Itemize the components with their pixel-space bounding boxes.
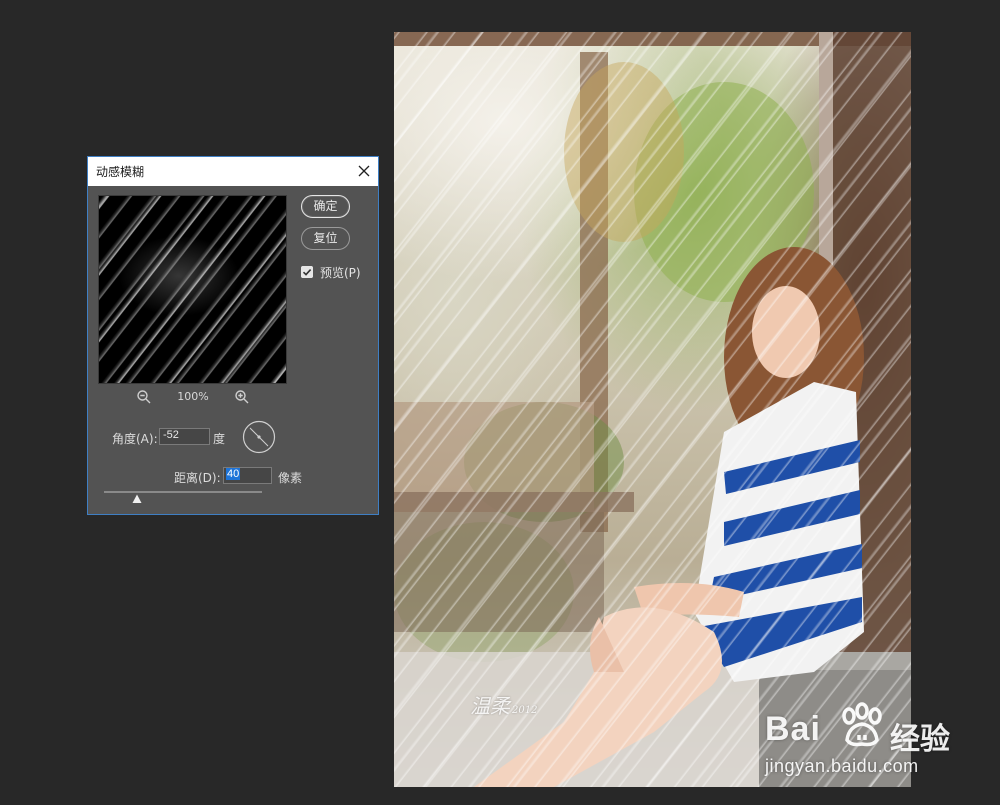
baidu-logo-jingyan: 经验: [890, 723, 950, 756]
baidu-watermark: Bai 经验 jingyan.baidu.com: [765, 700, 990, 785]
photo-canvas: [394, 32, 911, 787]
photo-scene: [394, 32, 911, 787]
reset-button[interactable]: 复位: [301, 227, 350, 250]
signature-year: 2012: [512, 705, 538, 716]
zoom-in-icon[interactable]: [234, 389, 250, 405]
preview-label[interactable]: 预览(P): [320, 264, 361, 281]
slider-triangle-icon[interactable]: [132, 494, 142, 504]
photo-signature: 温柔 2012: [470, 690, 537, 719]
distance-value: 40: [226, 468, 241, 480]
preview-streaks: [99, 196, 286, 383]
baidu-logo-word: Bai: [765, 710, 821, 748]
zoom-level: 100%: [177, 390, 209, 403]
preview-checkbox[interactable]: [301, 266, 313, 278]
zoom-out-icon[interactable]: [136, 389, 152, 405]
baidu-url: jingyan.baidu.com: [765, 756, 919, 776]
distance-input[interactable]: 40: [223, 467, 272, 484]
baidu-paw-icon: [842, 702, 882, 747]
signature-text: 温柔: [470, 694, 510, 718]
ok-button[interactable]: 确定: [301, 195, 350, 218]
angle-input[interactable]: -52: [159, 428, 210, 445]
angle-dial-icon[interactable]: [242, 420, 276, 454]
motion-blur-dialog: 动感模糊 100% 确定 复位 预览(P) 角度(A): -52 度 距离(D)…: [87, 156, 379, 515]
dialog-titlebar[interactable]: 动感模糊: [88, 157, 378, 186]
angle-unit: 度: [213, 432, 226, 446]
distance-slider[interactable]: [104, 491, 262, 493]
close-icon[interactable]: [356, 163, 372, 179]
angle-label: 角度(A):: [112, 432, 158, 446]
distance-unit: 像素: [278, 471, 303, 485]
distance-label: 距离(D):: [174, 471, 221, 485]
dialog-title: 动感模糊: [96, 165, 145, 179]
filter-preview[interactable]: [98, 195, 287, 384]
